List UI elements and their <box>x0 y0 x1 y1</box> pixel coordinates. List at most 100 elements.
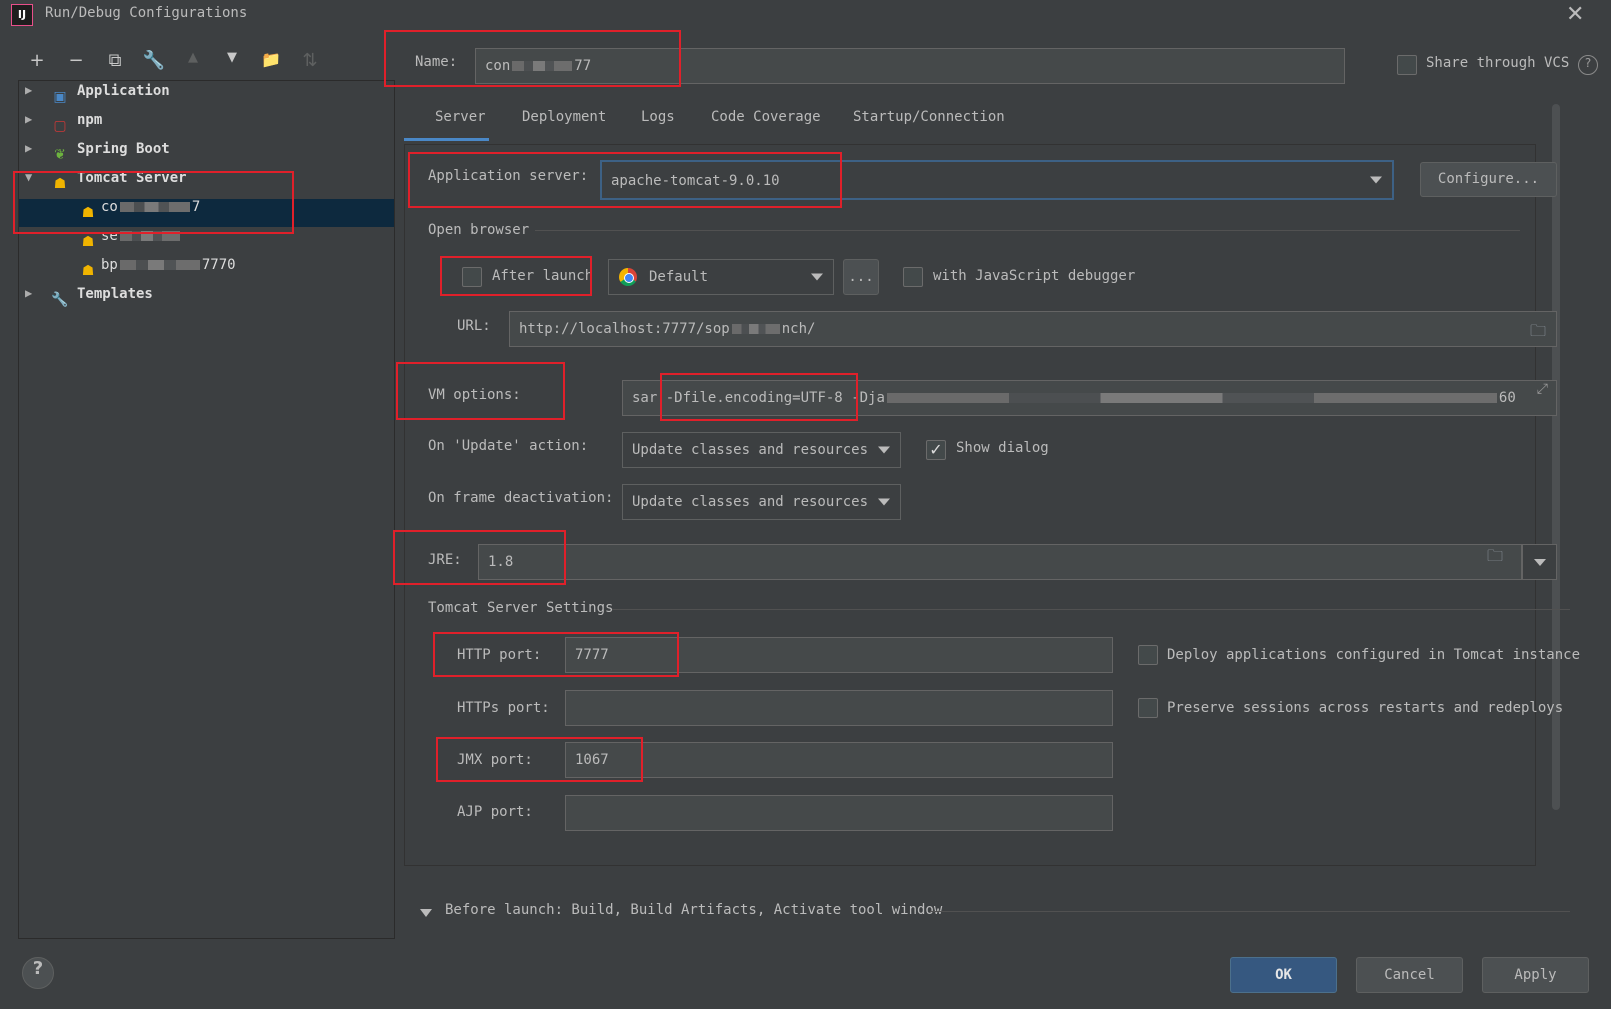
configuration-tree: ▶ ▣ Application ▶ ▢ npm ▶ ❦ Spring Boot … <box>18 80 395 939</box>
tree-item-label-suffix: 7770 <box>201 257 236 273</box>
jre-label: JRE: <box>428 552 462 568</box>
tree-item-label: npm <box>77 112 103 128</box>
preserve-sessions-label: Preserve sessions across restarts and re… <box>1167 700 1564 716</box>
active-tab-indicator <box>404 138 489 141</box>
before-launch-label[interactable]: Before launch: Build, Build Artifacts, A… <box>445 902 942 918</box>
js-debugger-checkbox[interactable] <box>903 267 923 287</box>
name-input-text: con <box>485 58 511 74</box>
move-up-icon[interactable]: ▲ <box>181 50 205 74</box>
dropdown-arrow-icon <box>1534 559 1546 566</box>
tab-deployment[interactable]: Deployment <box>522 106 606 136</box>
deploy-apps-checkbox[interactable] <box>1138 645 1158 665</box>
tree-item-tomcat-config-selected[interactable]: ☗ co 7 <box>19 199 394 227</box>
deploy-apps-label: Deploy applications configured in Tomcat… <box>1167 647 1581 663</box>
vm-options-text-end: 60 <box>1498 390 1516 406</box>
vm-options-text: -Dja <box>851 390 885 406</box>
browser-more-button[interactable]: ... <box>843 259 879 295</box>
help-icon[interactable]: ? <box>1578 55 1598 75</box>
section-divider <box>535 230 1520 231</box>
copy-configuration-icon[interactable]: ⧉ <box>103 50 127 74</box>
redacted-text <box>731 324 780 334</box>
expand-arrow-icon[interactable]: ▶ <box>25 112 32 126</box>
browser-value: Default <box>649 269 709 285</box>
dropdown-arrow-icon <box>811 273 823 281</box>
app-server-select[interactable]: apache-tomcat-9.0.10 <box>600 160 1394 200</box>
ajp-port-input[interactable] <box>565 795 1113 831</box>
tree-item-tomcat-config[interactable]: ☗ se <box>19 228 394 256</box>
tab-code-coverage[interactable]: Code Coverage <box>711 106 821 136</box>
expand-icon[interactable]: ⤢ <box>1537 381 1548 397</box>
tree-item-tomcat-server[interactable]: ▼ ☗ Tomcat Server <box>19 170 394 198</box>
share-vcs-label: Share through VCS <box>1426 55 1570 71</box>
tree-item-npm[interactable]: ▶ ▢ npm <box>19 112 394 140</box>
tab-logs[interactable]: Logs <box>641 106 675 136</box>
tab-server[interactable]: Server <box>435 106 486 136</box>
after-launch-checkbox[interactable] <box>462 267 482 287</box>
tomcat-icon: ☗ <box>81 263 95 279</box>
vm-options-text: sar <box>632 390 658 406</box>
url-input-text-suffix: nch/ <box>781 321 816 337</box>
browser-select[interactable]: Default <box>608 259 834 295</box>
jre-dropdown-button[interactable] <box>1522 544 1557 580</box>
edit-defaults-wrench-icon[interactable]: 🔧 <box>142 50 166 74</box>
vm-options-input[interactable]: sar -Dfile.encoding=UTF-8 -Dja 60 ⤢ <box>622 380 1557 416</box>
url-input-text: http://localhost:7777/sop <box>519 321 730 337</box>
on-update-value: Update classes and resources <box>632 442 869 458</box>
on-frame-select[interactable]: Update classes and resources <box>622 484 901 520</box>
show-dialog-checkbox[interactable] <box>926 440 946 460</box>
name-input-text-suffix: 77 <box>574 58 592 74</box>
expand-arrow-icon[interactable]: ▶ <box>25 141 32 155</box>
dropdown-arrow-icon <box>878 446 890 454</box>
app-server-label: Application server: <box>428 168 589 184</box>
tree-item-tomcat-config[interactable]: ☗ bp 7770 <box>19 257 394 285</box>
tomcat-icon: ☗ <box>53 176 67 192</box>
jre-value: 1.8 <box>488 554 514 570</box>
close-icon[interactable]: ✕ <box>1566 2 1584 27</box>
on-frame-value: Update classes and resources <box>632 494 869 510</box>
cancel-button[interactable]: Cancel <box>1356 957 1463 993</box>
remove-configuration-icon[interactable]: − <box>64 50 88 74</box>
tree-item-spring-boot[interactable]: ▶ ❦ Spring Boot <box>19 141 394 169</box>
app-server-value: apache-tomcat-9.0.10 <box>611 173 780 189</box>
tree-item-label-suffix: 7 <box>191 199 201 215</box>
redacted-text <box>119 260 200 270</box>
tree-item-templates[interactable]: ▶ 🔧 Templates <box>19 286 394 314</box>
after-launch-label: After launch <box>492 268 594 284</box>
https-port-input[interactable] <box>565 690 1113 726</box>
tree-item-application[interactable]: ▶ ▣ Application <box>19 83 394 111</box>
configure-button[interactable]: Configure... <box>1420 162 1557 197</box>
preserve-sessions-checkbox[interactable] <box>1138 698 1158 718</box>
tree-item-label: Tomcat Server <box>77 170 187 186</box>
on-update-select[interactable]: Update classes and resources <box>622 432 901 468</box>
jre-input[interactable]: 1.8 🗀 <box>478 544 1522 580</box>
name-input[interactable]: con 77 <box>475 48 1345 84</box>
https-port-label: HTTPs port: <box>457 700 550 716</box>
tree-item-label: se <box>101 228 118 244</box>
url-input[interactable]: http://localhost:7777/sop nch/ 🗀 <box>509 311 1557 347</box>
collapse-arrow-icon[interactable]: ▼ <box>25 170 32 184</box>
expand-arrow-icon[interactable]: ▶ <box>25 286 32 300</box>
share-vcs-checkbox[interactable] <box>1397 55 1417 75</box>
npm-icon: ▢ <box>53 118 67 134</box>
url-label: URL: <box>457 318 491 334</box>
expand-arrow-icon[interactable]: ▶ <box>25 83 32 97</box>
section-divider <box>612 609 1570 610</box>
before-launch-expand-icon[interactable] <box>420 909 432 917</box>
folder-icon[interactable]: 🗀 <box>1487 545 1503 572</box>
help-button[interactable]: ? <box>22 957 54 989</box>
spring-boot-icon: ❦ <box>54 147 66 163</box>
add-configuration-icon[interactable]: + <box>25 50 49 74</box>
jmx-port-input[interactable]: 1067 <box>565 742 1113 778</box>
apply-button[interactable]: Apply <box>1482 957 1589 993</box>
chrome-icon-center <box>624 273 634 283</box>
tree-item-label: Templates <box>77 286 153 302</box>
tab-startup-connection[interactable]: Startup/Connection <box>853 106 1005 136</box>
new-folder-icon[interactable]: 📁 <box>259 50 283 74</box>
move-down-icon[interactable]: ▼ <box>220 50 244 74</box>
sort-configurations-icon[interactable]: ⇅ <box>298 50 322 74</box>
show-dialog-label: Show dialog <box>956 440 1049 456</box>
ok-button[interactable]: OK <box>1230 957 1337 993</box>
tree-item-label: Spring Boot <box>77 141 170 157</box>
http-port-input[interactable]: 7777 <box>565 637 1113 673</box>
folder-icon[interactable]: 🗀 <box>1530 320 1546 346</box>
